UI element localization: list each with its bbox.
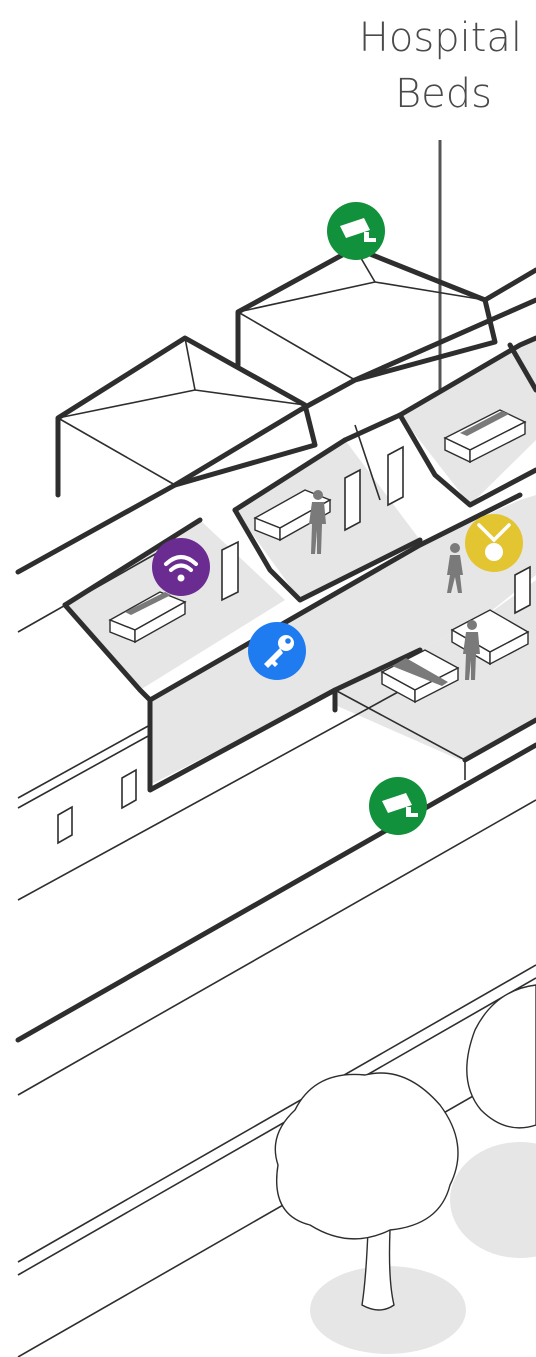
street-lines [15,742,536,1357]
wifi-marker[interactable] [152,538,210,596]
tree-shadow [450,1142,536,1258]
tree-crown-front [274,1072,459,1240]
nurse-call-pendant-marker[interactable] [465,514,523,572]
hospital-floor-illustration [15,140,536,1357]
security-camera-marker-top[interactable] [327,202,385,260]
tree-crown-back [466,984,536,1129]
roof-left [55,335,318,498]
windows [57,768,137,845]
security-camera-marker-bottom[interactable] [369,777,427,835]
roof-right-edge [482,267,536,303]
access-key-marker[interactable] [248,622,306,680]
tree-trunk [361,1229,395,1311]
roof-middle [235,245,498,383]
